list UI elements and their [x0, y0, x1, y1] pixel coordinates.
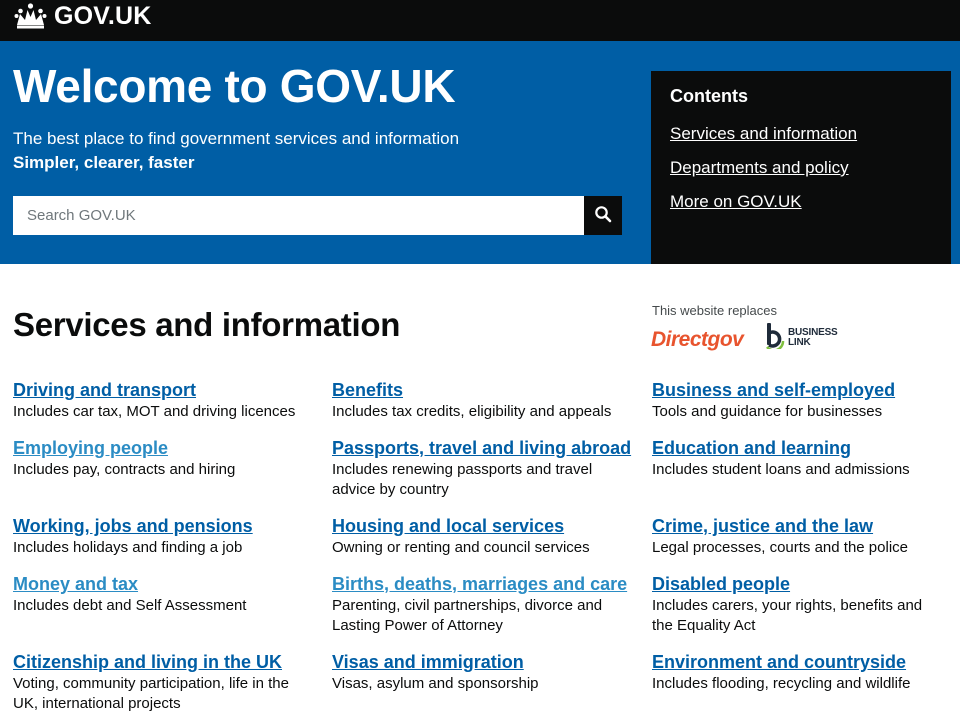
- topic-desc-business: Tools and guidance for businesses: [652, 403, 883, 420]
- contents-title: Contents: [670, 86, 748, 106]
- topic-desc-crime: Legal processes, courts and the police: [652, 539, 908, 556]
- replaces-label: This website replaces: [652, 303, 777, 318]
- businesslink-word-1: BUSINESS: [788, 326, 838, 338]
- businesslink-wordmark: BUSINESS LINK: [788, 326, 838, 348]
- topic-link-working[interactable]: Working, jobs and pensions: [13, 515, 253, 537]
- contents-panel: Contents Services and information Depart…: [651, 71, 951, 264]
- topic-desc-education: Includes student loans and admissions: [652, 461, 910, 478]
- contents-link-more[interactable]: More on GOV.UK: [670, 191, 802, 213]
- crown-icon: [14, 3, 47, 29]
- topic-desc-visas: Visas, asylum and sponsorship: [332, 675, 539, 692]
- services-heading: Services and information: [13, 306, 401, 343]
- govuk-logo-link[interactable]: GOV.UK: [14, 2, 152, 30]
- topic-link-employing[interactable]: Employing people: [13, 437, 168, 459]
- topic-desc-environment: Includes flooding, recycling and wildlif…: [652, 675, 911, 692]
- topic-link-money[interactable]: Money and tax: [13, 573, 138, 595]
- hero-strapline: Simpler, clearer, faster: [13, 153, 195, 172]
- topic-desc-driving: Includes car tax, MOT and driving licenc…: [13, 403, 296, 420]
- topic-link-business[interactable]: Business and self-employed: [652, 379, 895, 401]
- businesslink-b-icon: [764, 321, 786, 354]
- hero-tagline: The best place to find government servic…: [13, 129, 460, 148]
- topic-desc-benefits: Includes tax credits, eligibility and ap…: [332, 403, 612, 420]
- topic-desc-money: Includes debt and Self Assessment: [13, 597, 247, 614]
- topic-link-environment[interactable]: Environment and countryside: [652, 651, 906, 673]
- search-icon: [594, 205, 612, 226]
- topic-desc-passports: Includes renewing passports and travel a…: [332, 461, 593, 498]
- search-input[interactable]: [13, 196, 584, 235]
- businesslink-word-2: LINK: [788, 336, 811, 348]
- topic-desc-working: Includes holidays and finding a job: [13, 539, 243, 556]
- topic-link-visas[interactable]: Visas and immigration: [332, 651, 524, 673]
- topic-desc-citizenship: Voting, community participation, life in…: [13, 675, 289, 712]
- topic-link-benefits[interactable]: Benefits: [332, 379, 403, 401]
- topic-desc-births: Parenting, civil partnerships, divorce a…: [332, 597, 603, 634]
- topic-link-passports[interactable]: Passports, travel and living abroad: [332, 437, 631, 459]
- topic-link-births[interactable]: Births, deaths, marriages and care: [332, 573, 627, 595]
- businesslink-logo: BUSINESS LINK: [764, 321, 838, 354]
- topic-link-citizenship[interactable]: Citizenship and living in the UK: [13, 651, 282, 673]
- topic-link-disabled[interactable]: Disabled people: [652, 573, 790, 595]
- topic-desc-employing: Includes pay, contracts and hiring: [13, 461, 236, 478]
- topic-desc-disabled: Includes carers, your rights, benefits a…: [652, 597, 923, 634]
- topic-link-crime[interactable]: Crime, justice and the law: [652, 515, 873, 537]
- topic-link-driving[interactable]: Driving and transport: [13, 379, 196, 401]
- topic-desc-housing: Owning or renting and council services: [332, 539, 590, 556]
- topic-link-housing[interactable]: Housing and local services: [332, 515, 564, 537]
- global-header: GOV.UK: [0, 0, 960, 41]
- contents-link-services[interactable]: Services and information: [670, 123, 857, 145]
- topic-link-education[interactable]: Education and learning: [652, 437, 851, 459]
- directgov-logo: Directgov: [651, 328, 744, 351]
- search-button[interactable]: [584, 196, 622, 235]
- page-title: Welcome to GOV.UK: [13, 60, 456, 112]
- contents-link-departments[interactable]: Departments and policy: [670, 157, 849, 179]
- logo-text: GOV.UK: [54, 1, 152, 30]
